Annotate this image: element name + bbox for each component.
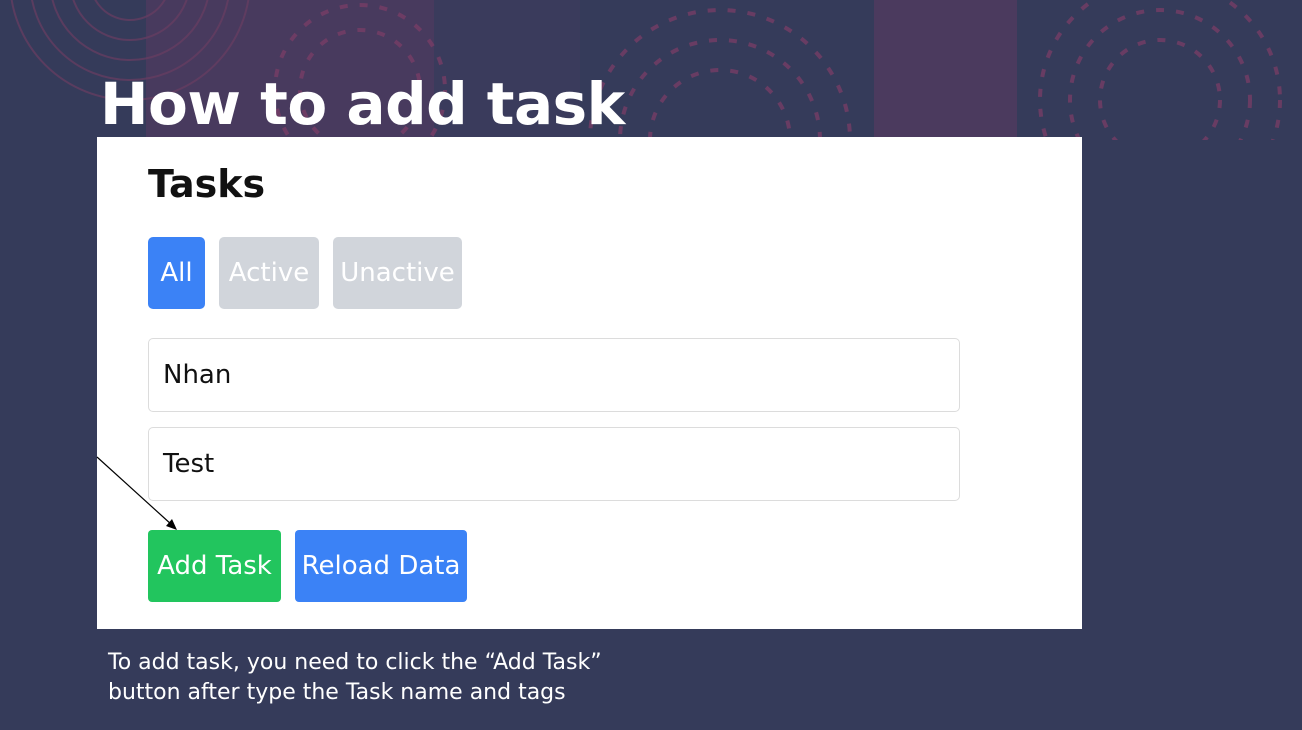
task-tags-input[interactable]: Test bbox=[148, 427, 960, 501]
app-screenshot: Tasks All Active Unactive Nhan Test Add … bbox=[97, 137, 1082, 629]
filter-unactive-button[interactable]: Unactive bbox=[333, 237, 462, 309]
slide-caption: To add task, you need to click the “Add … bbox=[108, 648, 602, 708]
task-name-input[interactable]: Nhan bbox=[148, 338, 960, 412]
filter-all-button[interactable]: All bbox=[148, 237, 205, 309]
caption-line-1: To add task, you need to click the “Add … bbox=[108, 650, 602, 675]
add-task-button[interactable]: Add Task bbox=[148, 530, 281, 602]
filter-active-button[interactable]: Active bbox=[219, 237, 319, 309]
reload-data-button[interactable]: Reload Data bbox=[295, 530, 467, 602]
tasks-heading: Tasks bbox=[148, 162, 266, 206]
caption-line-2: button after type the Task name and tags bbox=[108, 680, 566, 705]
slide-title: How to add task bbox=[100, 70, 625, 138]
